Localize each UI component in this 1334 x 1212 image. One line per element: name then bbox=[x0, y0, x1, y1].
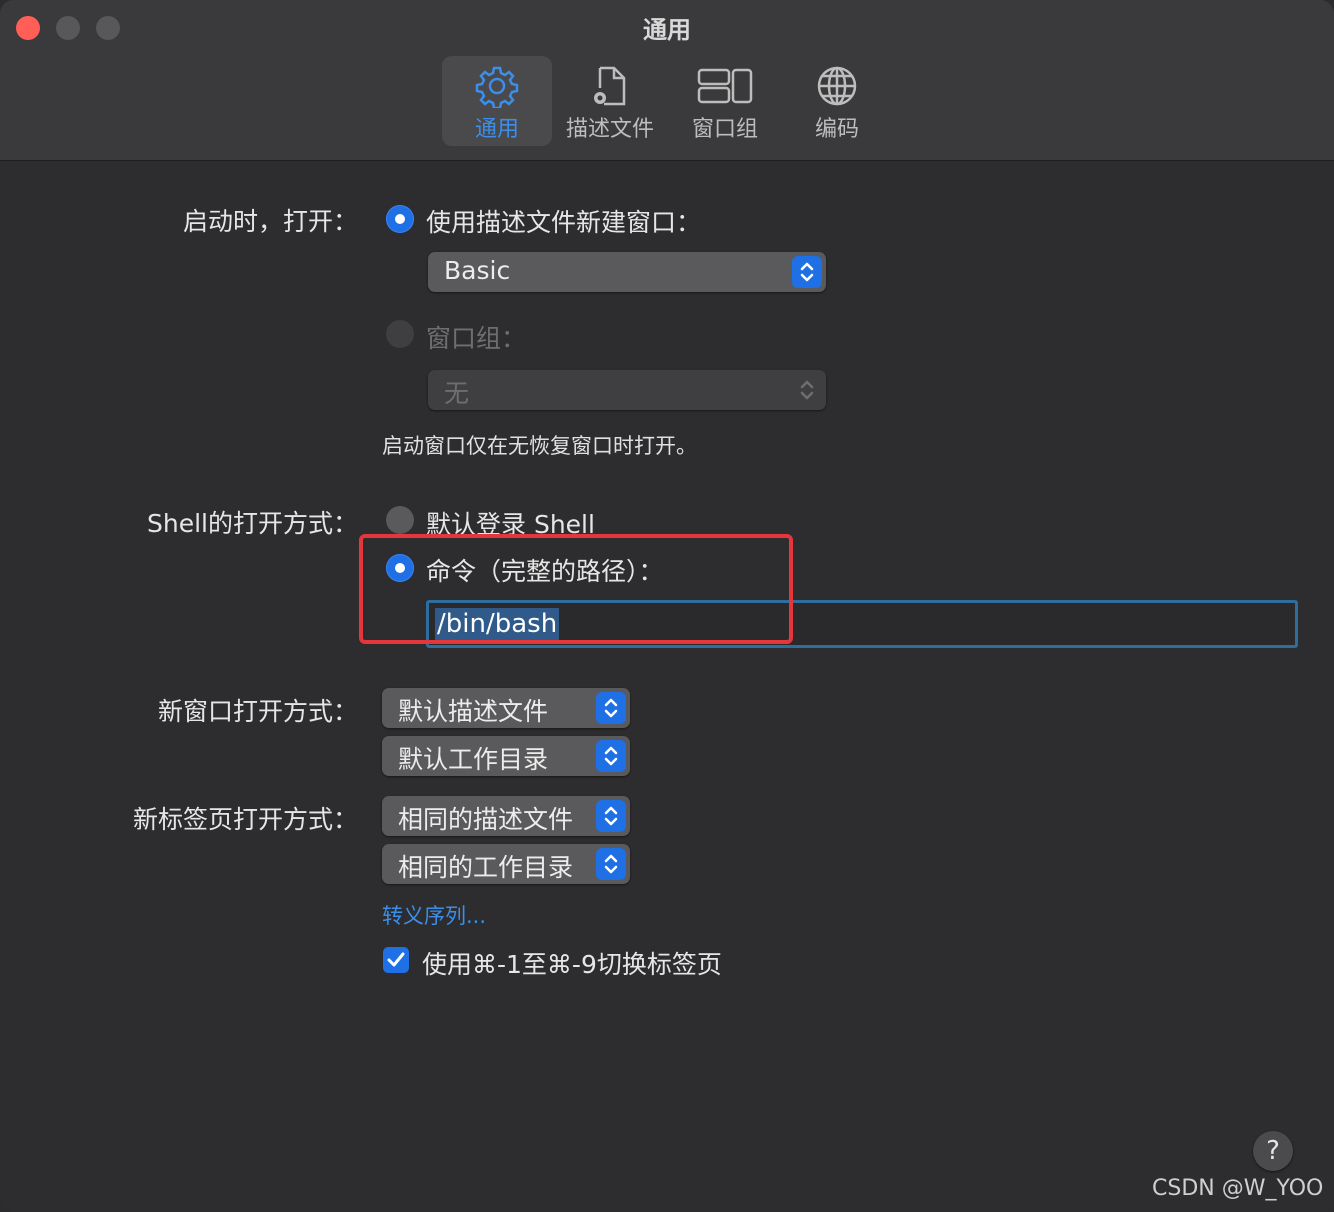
chevron-updown-icon bbox=[596, 800, 626, 832]
tab-label: 描述文件 bbox=[565, 117, 654, 142]
chevron-updown-icon bbox=[792, 374, 822, 406]
chevron-updown-icon bbox=[792, 256, 822, 288]
startup-hint: 启动窗口仅在无恢复窗口时打开。 bbox=[382, 434, 697, 458]
popup-value: 相同的描述文件 bbox=[398, 805, 574, 834]
watermark-text: CSDN @W_YOO bbox=[1152, 1176, 1324, 1201]
popup-value: 默认工作目录 bbox=[398, 745, 549, 774]
tab-profiles[interactable]: 描述文件 bbox=[555, 56, 665, 146]
startup-group-radio[interactable] bbox=[386, 320, 414, 348]
chevron-updown-icon bbox=[596, 692, 626, 724]
tab-label: 通用 bbox=[474, 117, 519, 142]
shell-default-radio[interactable] bbox=[386, 506, 414, 534]
new-tab-directory-popup[interactable]: 相同的工作目录 bbox=[382, 844, 630, 884]
popup-value: 相同的工作目录 bbox=[398, 853, 574, 882]
startup-profile-popup[interactable]: Basic bbox=[428, 252, 826, 292]
tab-label: 窗口组 bbox=[691, 117, 758, 142]
shell-label: Shell的打开方式： bbox=[147, 509, 358, 538]
tab-encodings[interactable]: 编码 bbox=[782, 56, 892, 146]
help-button[interactable]: ? bbox=[1253, 1131, 1293, 1171]
popup-value: 默认描述文件 bbox=[398, 697, 549, 726]
window-groups-icon bbox=[697, 68, 753, 104]
globe-icon bbox=[817, 66, 857, 106]
escape-sequences-link[interactable]: 转义序列... bbox=[382, 900, 486, 930]
gear-icon bbox=[475, 66, 519, 108]
tab-label: 编码 bbox=[814, 117, 859, 142]
startup-group-option: 窗口组： bbox=[426, 324, 527, 353]
startup-profile-radio[interactable] bbox=[386, 205, 414, 233]
new-window-directory-popup[interactable]: 默认工作目录 bbox=[382, 736, 630, 776]
popup-value: 无 bbox=[444, 379, 470, 408]
startup-profile-option: 使用描述文件新建窗口： bbox=[426, 208, 702, 237]
window-title: 通用 bbox=[643, 16, 691, 44]
new-tab-profile-popup[interactable]: 相同的描述文件 bbox=[382, 796, 630, 836]
profile-document-icon bbox=[594, 66, 626, 106]
popup-value: Basic bbox=[444, 256, 511, 285]
preferences-window: 通用 通用 描述文件 窗口组 编码 启动时，打开： 使用描述文件新建窗口： Ba… bbox=[0, 0, 1334, 1212]
new-window-label: 新窗口打开方式： bbox=[157, 697, 358, 726]
tab-switch-label: 使用⌘-1至⌘-9切换标签页 bbox=[422, 950, 722, 979]
chevron-updown-icon bbox=[596, 848, 626, 880]
startup-label: 启动时，打开： bbox=[182, 207, 358, 236]
tab-general[interactable]: 通用 bbox=[442, 56, 552, 146]
startup-group-popup[interactable]: 无 bbox=[428, 370, 826, 410]
new-window-profile-popup[interactable]: 默认描述文件 bbox=[382, 688, 630, 728]
new-tab-label: 新标签页打开方式： bbox=[132, 805, 358, 834]
titlebar: 通用 通用 描述文件 窗口组 编码 bbox=[0, 0, 1334, 161]
tab-switch-checkbox[interactable] bbox=[383, 947, 409, 973]
chevron-updown-icon bbox=[596, 740, 626, 772]
checkmark-icon bbox=[387, 952, 405, 967]
highlight-annotation-box bbox=[359, 534, 793, 644]
tab-window-groups[interactable]: 窗口组 bbox=[670, 56, 780, 146]
